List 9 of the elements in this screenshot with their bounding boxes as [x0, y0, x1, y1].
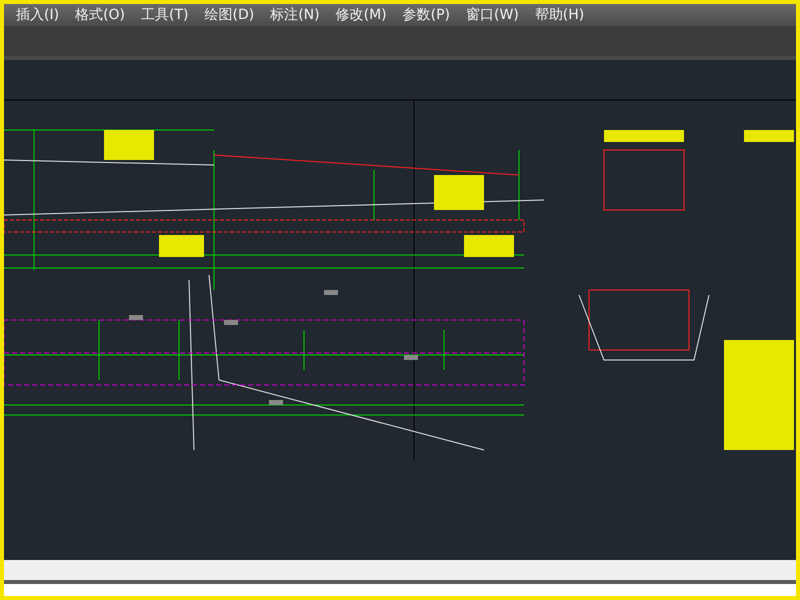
menu-item[interactable]: 帮助(H) [530, 6, 596, 24]
menu-item[interactable]: 绘图(D) [200, 6, 266, 24]
menu-item[interactable]: 标注(N) [266, 6, 332, 24]
menu-item[interactable]: 修改(M) [332, 6, 399, 24]
menu-item[interactable]: 窗口(W) [462, 6, 531, 24]
menu-item[interactable]: 格式(O) [71, 6, 138, 24]
menu-item[interactable]: 插入(I) [12, 6, 72, 24]
menu-item[interactable]: 工具(T) [137, 6, 200, 24]
menu-item[interactable]: 参数(P) [398, 6, 462, 24]
